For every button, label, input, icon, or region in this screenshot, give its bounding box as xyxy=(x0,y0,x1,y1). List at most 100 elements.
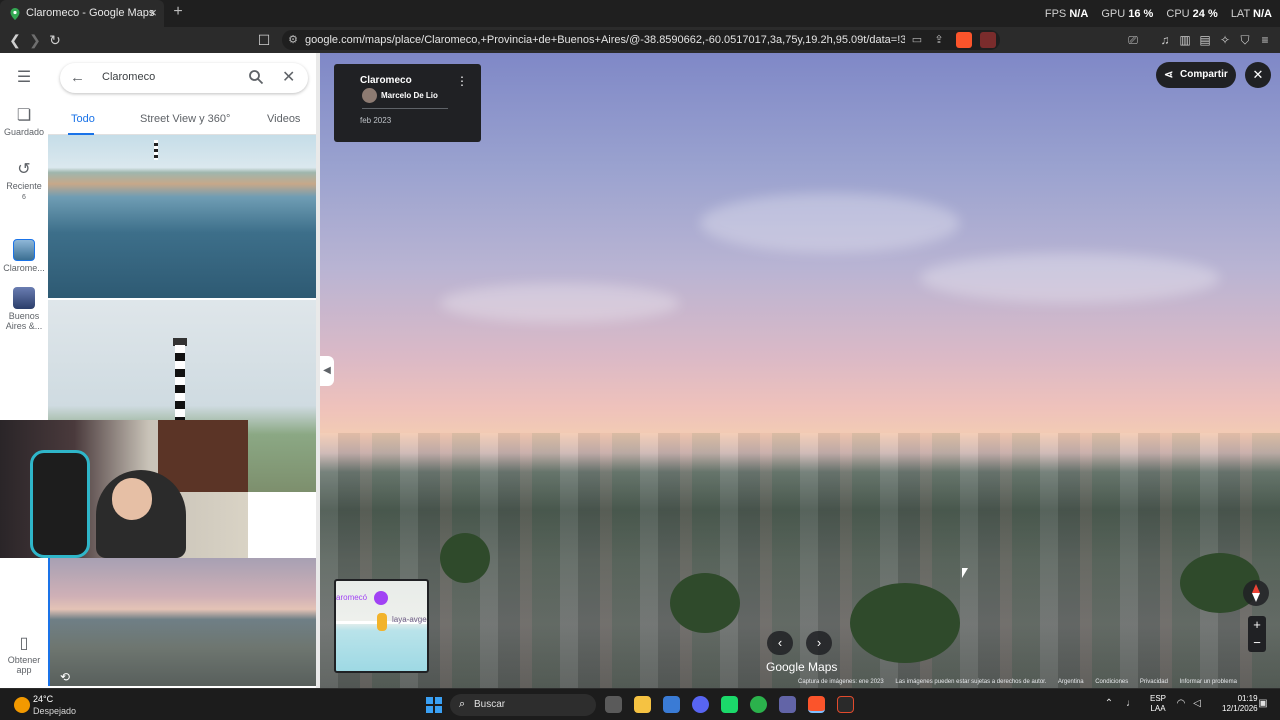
app-icon[interactable] xyxy=(721,696,738,713)
clear-search-icon[interactable]: ✕ xyxy=(282,67,295,87)
windows-logo-icon xyxy=(426,697,433,704)
performance-overlay: FPS N/A GPU 16 % CPU 24 % LAT N/A xyxy=(1045,8,1272,20)
search-input[interactable]: Claromeco xyxy=(102,71,155,83)
url-text[interactable]: google.com/maps/place/Claromeco,+Provinc… xyxy=(305,34,905,46)
author-name[interactable]: Marcelo De Lio xyxy=(381,91,438,100)
whatsapp-icon[interactable] xyxy=(750,696,767,713)
more-options-icon[interactable]: ⋮ xyxy=(456,74,468,88)
start-button[interactable] xyxy=(426,697,442,713)
lang-line2: LAA xyxy=(1150,704,1166,713)
fps-label: FPS xyxy=(1044,8,1067,20)
country-link[interactable]: Argentina xyxy=(1058,679,1084,685)
avatar[interactable] xyxy=(362,88,377,103)
wifi-icon[interactable]: ◠ xyxy=(1174,698,1188,709)
get-app-button[interactable]: ▯ Obtener app xyxy=(0,635,48,675)
history-icon: ↺ xyxy=(17,161,31,178)
weather-condition[interactable]: Despejado xyxy=(33,706,76,716)
recent-place-buenos-aires[interactable]: Buenos Aires &... xyxy=(0,287,48,331)
close-street-view-button[interactable]: ✕ xyxy=(1245,62,1271,88)
photo-beach[interactable] xyxy=(48,135,316,298)
volume-icon[interactable]: ◁ xyxy=(1190,698,1204,709)
tab-street-view[interactable]: Street View y 360° xyxy=(140,113,230,125)
saved-button[interactable]: ❏ Guardado xyxy=(0,107,48,137)
brave-browser-icon[interactable] xyxy=(808,696,825,713)
new-tab-button[interactable]: + xyxy=(170,3,186,21)
share-page-icon[interactable]: ⇪ xyxy=(932,33,946,47)
microphone-icon[interactable]: ♩ xyxy=(1124,698,1138,709)
discord-icon[interactable] xyxy=(692,696,709,713)
report-problem-link[interactable]: Informar un problema xyxy=(1180,679,1237,685)
photo-aerial-town[interactable]: ⟲ xyxy=(48,558,316,686)
windows-logo-icon xyxy=(426,706,433,713)
360-photo-icon: ⟲ xyxy=(60,670,71,684)
site-settings-icon[interactable]: ⚙ xyxy=(286,33,300,47)
browser-tab[interactable]: Claromeco - Google Maps × xyxy=(0,0,164,27)
google-maps-logo: Google Maps xyxy=(766,660,838,674)
pegman-icon[interactable] xyxy=(377,613,387,631)
tray-expand-icon[interactable]: ⌃ xyxy=(1102,698,1116,709)
tab-all[interactable]: Todo xyxy=(71,113,95,125)
weather-sun-icon[interactable] xyxy=(14,697,30,713)
search-icon[interactable] xyxy=(248,69,264,85)
screen: Claromeco - Google Maps × + FPS N/A GPU … xyxy=(0,0,1280,720)
bookmark-icon[interactable]: ☐ xyxy=(255,31,273,49)
face-graphic xyxy=(112,478,152,520)
screenshot-icon[interactable]: ⎚ xyxy=(1126,33,1140,47)
cast-icon[interactable]: ▭ xyxy=(910,33,924,47)
get-app-label: Obtener app xyxy=(7,655,41,675)
file-explorer-icon[interactable] xyxy=(634,696,651,713)
place-label: Buenos Aires &... xyxy=(5,311,43,331)
minimap[interactable]: aromecó laya-avge xyxy=(334,579,429,673)
webcam-overlay xyxy=(0,420,248,558)
recent-place-claromeco[interactable]: Clarome... xyxy=(0,239,48,273)
store-icon[interactable] xyxy=(663,696,680,713)
wallet-icon[interactable]: ▤ xyxy=(1198,33,1212,47)
back-icon[interactable]: ❮ xyxy=(6,31,24,49)
forward-icon[interactable]: ❯ xyxy=(26,31,44,49)
zoom-out-button[interactable]: − xyxy=(1248,634,1266,652)
teams-icon[interactable] xyxy=(779,696,796,713)
taskbar-search[interactable]: ⌕ Buscar xyxy=(450,694,596,716)
vpn-icon[interactable]: ⛉ xyxy=(1238,33,1252,47)
capture-credit: Captura de imágenes: ene 2023 xyxy=(798,679,884,685)
place-thumbnail xyxy=(13,287,35,309)
previous-image-button[interactable]: ‹ xyxy=(767,631,793,655)
sidebar-icon[interactable]: ▥ xyxy=(1178,33,1192,47)
share-button[interactable]: ⋖ Compartir xyxy=(1156,62,1236,88)
next-image-button[interactable]: › xyxy=(806,631,832,655)
recent-button[interactable]: ↺ Reciente 6 xyxy=(0,161,48,203)
brave-shields-icon[interactable] xyxy=(956,32,972,48)
privacy-link[interactable]: Privacidad xyxy=(1140,679,1168,685)
brave-rewards-icon[interactable] xyxy=(980,32,996,48)
browser-tab-bar: Claromeco - Google Maps × + FPS N/A GPU … xyxy=(0,0,1280,27)
url-field[interactable]: ⚙ google.com/maps/place/Claromeco,+Provi… xyxy=(282,30,1000,50)
recent-label: Reciente xyxy=(6,181,42,191)
back-arrow-icon[interactable]: ← xyxy=(70,69,85,86)
collapse-panel-button[interactable]: ◀ xyxy=(320,356,334,386)
notifications-icon[interactable]: ▣ xyxy=(1256,698,1270,709)
reload-icon[interactable]: ↻ xyxy=(46,31,64,49)
street-view-panorama[interactable] xyxy=(320,53,1280,688)
task-view-icon[interactable] xyxy=(605,696,622,713)
terms-link[interactable]: Condiciones xyxy=(1095,679,1128,685)
place-thumbnail xyxy=(13,239,35,261)
minimap-place-label: aromecó xyxy=(336,593,368,602)
leo-icon[interactable]: ✧ xyxy=(1218,33,1232,47)
clock[interactable]: 01:19 12/1/2026 xyxy=(1222,694,1258,714)
bookmark-outline-icon: ❏ xyxy=(16,107,32,124)
tab-close-icon[interactable]: × xyxy=(146,5,160,20)
place-label: Clarome... xyxy=(3,263,45,273)
zoom-in-button[interactable]: + xyxy=(1248,616,1266,634)
browser-menu-icon[interactable]: ≡ xyxy=(1258,33,1272,47)
media-icon[interactable]: ♫ xyxy=(1158,33,1172,47)
menu-button[interactable]: ☰ xyxy=(0,69,48,87)
cloud-graphic xyxy=(700,193,960,253)
input-language[interactable]: ESP LAA xyxy=(1150,694,1166,714)
obs-icon[interactable] xyxy=(837,696,854,713)
compass-icon[interactable] xyxy=(1243,580,1269,606)
weather-temperature[interactable]: 24°C xyxy=(33,694,53,704)
lighthouse-graphic xyxy=(175,345,185,425)
tab-videos[interactable]: Videos xyxy=(267,113,300,125)
phone-icon: ▯ xyxy=(19,635,29,652)
search-box[interactable]: ← Claromeco ✕ xyxy=(60,63,308,93)
